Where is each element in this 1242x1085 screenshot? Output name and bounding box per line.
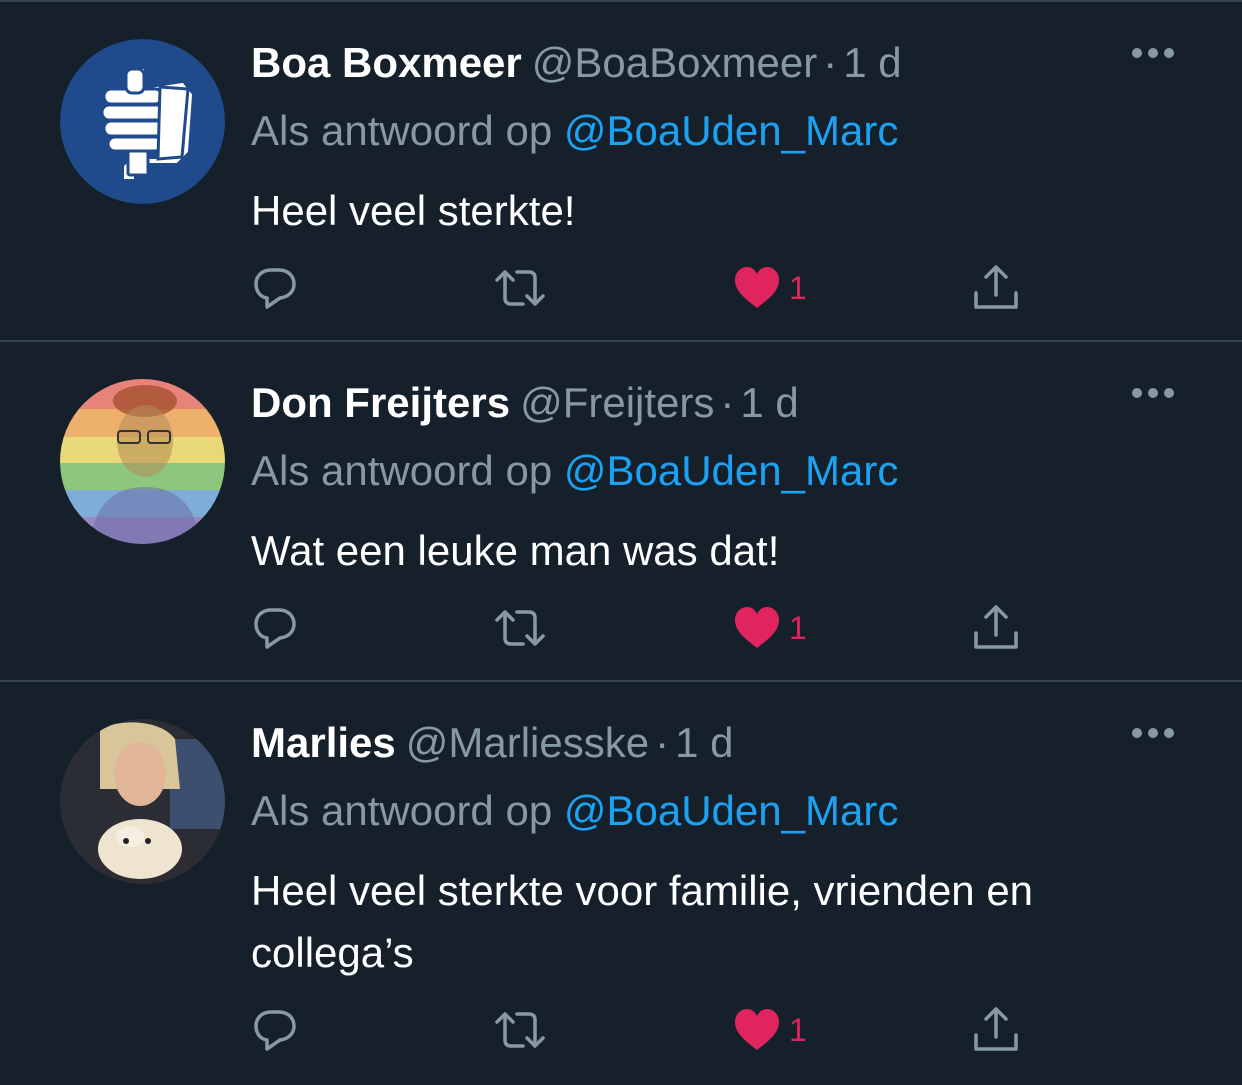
author-handle[interactable]: @Marliesske [406, 719, 649, 766]
retweet-button[interactable] [493, 258, 547, 318]
reply-button[interactable] [251, 1000, 299, 1060]
share-icon [974, 605, 1018, 649]
like-button[interactable]: 1 [733, 1000, 807, 1060]
reply-icon [254, 268, 296, 309]
action-bar: 1 [251, 1000, 1051, 1060]
heart-icon [735, 1009, 779, 1050]
rainbow-photo-icon [60, 379, 225, 544]
tweet[interactable]: Marlies @Marliesske · 1 d Als antwoord op @… [0, 682, 1242, 1085]
timestamp[interactable]: 1 d [740, 379, 798, 426]
tweet-content: Don Freijters @Freijters · 1 d Als antwoord… [251, 372, 1172, 582]
thumbs-up-logo-icon [60, 39, 225, 204]
tweet-content: Boa Boxmeer @BoaBoxmeer · 1 d Als antwoord … [251, 32, 1172, 242]
tweet[interactable]: Boa Boxmeer @BoaBoxmeer · 1 d Als antwoord … [0, 2, 1242, 342]
share-icon [974, 1007, 1018, 1051]
reply-context: Als antwoord op @BoaUden_Marc [251, 440, 1172, 502]
more-icon[interactable] [1132, 728, 1176, 740]
action-bar: 1 [251, 598, 1051, 658]
retweet-button[interactable] [493, 598, 547, 658]
author-handle[interactable]: @BoaBoxmeer [532, 39, 817, 86]
separator: · [655, 719, 670, 766]
like-button[interactable]: 1 [733, 598, 807, 658]
more-icon[interactable] [1132, 48, 1176, 60]
author-name[interactable]: Marlies [251, 719, 396, 766]
timestamp[interactable]: 1 d [675, 719, 733, 766]
reply-prefix: Als antwoord op [251, 787, 553, 834]
avatar[interactable] [60, 719, 225, 884]
heart-icon [735, 267, 779, 308]
like-count: 1 [789, 1012, 807, 1048]
like-button[interactable]: 1 [733, 258, 807, 318]
like-count: 1 [789, 610, 807, 646]
separator: · [720, 379, 735, 426]
reply-button[interactable] [251, 258, 299, 318]
tweet-content: Marlies @Marliesske · 1 d Als antwoord op @… [251, 712, 1172, 984]
reply-prefix: Als antwoord op [251, 447, 553, 494]
retweet-icon [495, 270, 545, 306]
tweet-text: Heel veel sterkte! [251, 187, 576, 234]
reply-context: Als antwoord op @BoaUden_Marc [251, 780, 1172, 842]
reply-mention-link[interactable]: @BoaUden_Marc [564, 107, 898, 154]
reply-button[interactable] [251, 598, 299, 658]
reply-context: Als antwoord op @BoaUden_Marc [251, 100, 1172, 162]
heart-icon [735, 607, 779, 648]
avatar[interactable] [60, 39, 225, 204]
reply-icon [254, 1010, 296, 1051]
retweet-icon [495, 610, 545, 646]
reply-mention-link[interactable]: @BoaUden_Marc [564, 787, 898, 834]
tweet-text: Wat een leuke man was dat! [251, 527, 780, 574]
author-name[interactable]: Boa Boxmeer [251, 39, 522, 86]
share-icon [974, 265, 1018, 309]
timestamp[interactable]: 1 d [843, 39, 901, 86]
reply-prefix: Als antwoord op [251, 107, 553, 154]
author-name[interactable]: Don Freijters [251, 379, 510, 426]
like-count: 1 [789, 270, 807, 306]
separator: · [823, 39, 838, 86]
tweet-header: Boa Boxmeer @BoaBoxmeer · 1 d [251, 32, 1172, 94]
photo-with-dog-icon [60, 719, 225, 884]
author-handle[interactable]: @Freijters [520, 379, 714, 426]
tweet-header: Don Freijters @Freijters · 1 d [251, 372, 1172, 434]
share-button[interactable] [971, 1000, 1021, 1060]
action-bar: 1 [251, 258, 1051, 318]
share-button[interactable] [971, 598, 1021, 658]
tweet-text: Heel veel sterkte voor familie, vrienden… [251, 867, 1034, 976]
retweet-button[interactable] [493, 1000, 547, 1060]
more-icon[interactable] [1132, 388, 1176, 400]
share-button[interactable] [971, 258, 1021, 318]
retweet-icon [495, 1012, 545, 1048]
tweet-header: Marlies @Marliesske · 1 d [251, 712, 1172, 774]
reply-mention-link[interactable]: @BoaUden_Marc [564, 447, 898, 494]
avatar[interactable] [60, 379, 225, 544]
reply-icon [254, 608, 296, 649]
tweet[interactable]: Don Freijters @Freijters · 1 d Als antwoord… [0, 342, 1242, 682]
